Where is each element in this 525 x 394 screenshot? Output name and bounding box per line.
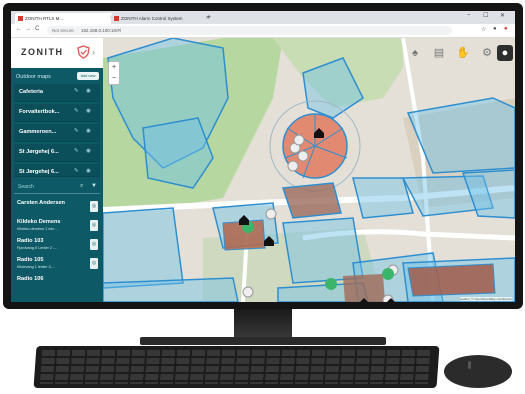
outdoor-maps-heading: Outdoor maps — [16, 74, 51, 80]
star-icon[interactable]: ☆ — [481, 26, 486, 33]
screen: ZONITH RTLS M... ✕ ZONITH Alarm Control … — [11, 11, 515, 302]
unit-status: Fjordvang 6 Lenter 2 -... — [17, 246, 58, 250]
profile-icon[interactable]: ● — [493, 26, 497, 32]
map-item[interactable]: Cafeteria ✎ ◉ — [14, 84, 100, 102]
mouse-wheel — [468, 361, 471, 369]
visibility-icon[interactable]: ◉ — [86, 128, 91, 134]
zoom-control: + − — [108, 61, 120, 85]
browser-tab-alarm[interactable]: ZONITH Alarm Control System ✕ — [111, 13, 213, 24]
mouse — [444, 355, 512, 388]
zonith-app: + − Leaflet | © OpenStreetMap contributo… — [11, 38, 515, 302]
unit-status: Kildevang 1 lenter 3-... — [17, 265, 55, 269]
map-item-label: Cafeteria — [19, 89, 43, 95]
search-icon[interactable]: ⌕ — [80, 183, 83, 190]
edit-icon[interactable]: ✎ — [74, 128, 79, 134]
unit-name: Kildeko Demens — [17, 219, 61, 225]
map-item-label: St Jørgehej 6... — [19, 169, 59, 175]
browser-tab-bar: ZONITH RTLS M... ✕ ZONITH Alarm Control … — [11, 11, 515, 24]
map-attribution: Leaflet | © OpenStreetMap contributors — [459, 297, 512, 301]
monitor: ZONITH RTLS M... ✕ ZONITH Alarm Control … — [3, 3, 523, 309]
map-canvas — [103, 38, 515, 302]
close-window-button[interactable]: ✕ — [500, 12, 505, 19]
tab-title: ZONITH RTLS M... — [25, 16, 64, 21]
url-field[interactable]: Not secure 192.168.0.100:10/#/ — [47, 26, 452, 35]
visibility-icon[interactable]: ◉ — [86, 148, 91, 154]
bell-icon[interactable]: ♠ — [407, 45, 423, 61]
favicon-icon — [114, 16, 119, 21]
locate-unit-button[interactable]: ◎ — [90, 258, 98, 269]
keyboard — [33, 346, 440, 388]
unit-list-item[interactable]: Kildeko Demens Kildeko demens 1 min ... … — [14, 218, 100, 236]
map-item[interactable]: St Jørgehej 6... ✎ ◉ — [14, 144, 100, 162]
top-toolbar: ♠ ▤ ✋ ⚙ ● — [391, 38, 515, 68]
back-button[interactable]: ← — [16, 26, 22, 32]
zoom-out-button[interactable]: − — [109, 73, 119, 84]
url-text: 192.168.0.100:10/#/ — [81, 28, 122, 33]
locate-unit-button[interactable]: ◎ — [90, 239, 98, 250]
browser-tab-rtls[interactable]: ZONITH RTLS M... ✕ — [15, 13, 117, 24]
extension-icon[interactable]: ● — [504, 26, 508, 32]
unit-status: Kildeko demens 1 min ... — [17, 227, 59, 231]
map-item[interactable]: St Jørgehej 6... ✎ ◉ — [14, 164, 100, 177]
map-item-label: St Jørgehej 6... — [19, 149, 59, 155]
edit-icon[interactable]: ✎ — [74, 168, 79, 174]
forward-button[interactable]: → — [25, 26, 31, 32]
reload-button[interactable]: C — [35, 26, 39, 32]
unit-search-field[interactable]: Search ⌕ ▼ — [14, 181, 100, 194]
unit-name: Radio 103 — [17, 238, 44, 244]
visibility-icon[interactable]: ◉ — [86, 108, 91, 114]
sidebar: Outdoor maps Add new Cafeteria ✎ ◉ Forva… — [11, 68, 103, 302]
unit-list-item[interactable]: Carsten Andersen ◎ — [14, 199, 100, 217]
edit-icon[interactable]: ✎ — [74, 88, 79, 94]
keyboard-key-rows — [39, 350, 433, 384]
zonith-logo: ZONITH — [21, 47, 64, 57]
map-item-label: Gammeroen... — [19, 129, 57, 135]
favicon-icon — [18, 16, 23, 21]
filter-icon[interactable]: ▼ — [91, 183, 97, 189]
collapse-sidebar-button[interactable]: › — [92, 47, 95, 57]
edit-icon[interactable]: ✎ — [74, 148, 79, 154]
address-bar: ← → C Not secure 192.168.0.100:10/#/ ☆ ●… — [11, 24, 515, 38]
edit-icon[interactable]: ✎ — [74, 108, 79, 114]
building-icon[interactable]: ▤ — [431, 45, 447, 61]
visibility-icon[interactable]: ◉ — [86, 168, 91, 174]
map-item[interactable]: Gammeroen... ✎ ◉ — [14, 124, 100, 142]
user-icon[interactable]: ● — [497, 45, 513, 61]
visibility-icon[interactable]: ◉ — [86, 88, 91, 94]
monitor-stand-neck — [234, 309, 292, 339]
gear-icon[interactable]: ⚙ — [479, 45, 495, 61]
search-placeholder: Search — [18, 184, 34, 190]
minimize-button[interactable]: – — [467, 12, 470, 18]
hand-icon[interactable]: ✋ — [455, 45, 471, 61]
map-item-label: Forvaltertbok... — [19, 109, 60, 115]
monitor-stand-base — [140, 337, 386, 345]
unit-name: Radio 106 — [17, 276, 44, 282]
unit-name: Carsten Andersen — [17, 200, 65, 206]
unit-name: Radio 105 — [17, 257, 44, 263]
app-header: ZONITH › — [11, 38, 103, 68]
tab-title: ZONITH Alarm Control System — [121, 16, 183, 21]
shield-logo-icon — [77, 45, 90, 59]
security-label: Not secure — [52, 28, 74, 33]
locate-unit-button[interactable]: ◎ — [90, 220, 98, 231]
maximize-button[interactable]: ☐ — [483, 12, 488, 19]
unit-list-item[interactable]: Radio 105 Kildevang 1 lenter 3-... ◎ — [14, 256, 100, 274]
locate-unit-button[interactable]: ◎ — [90, 201, 98, 212]
zoom-in-button[interactable]: + — [109, 62, 119, 73]
unit-list-item[interactable]: Radio 103 Fjordvang 6 Lenter 2 -... ◎ — [14, 237, 100, 255]
map-item[interactable]: Forvaltertbok... ✎ ◉ — [14, 104, 100, 122]
add-new-button[interactable]: Add new — [77, 72, 99, 80]
unit-list-item[interactable]: Radio 106 — [14, 275, 100, 287]
map-view[interactable]: + − Leaflet | © OpenStreetMap contributo… — [103, 38, 515, 302]
new-tab-button[interactable]: + — [207, 13, 211, 23]
